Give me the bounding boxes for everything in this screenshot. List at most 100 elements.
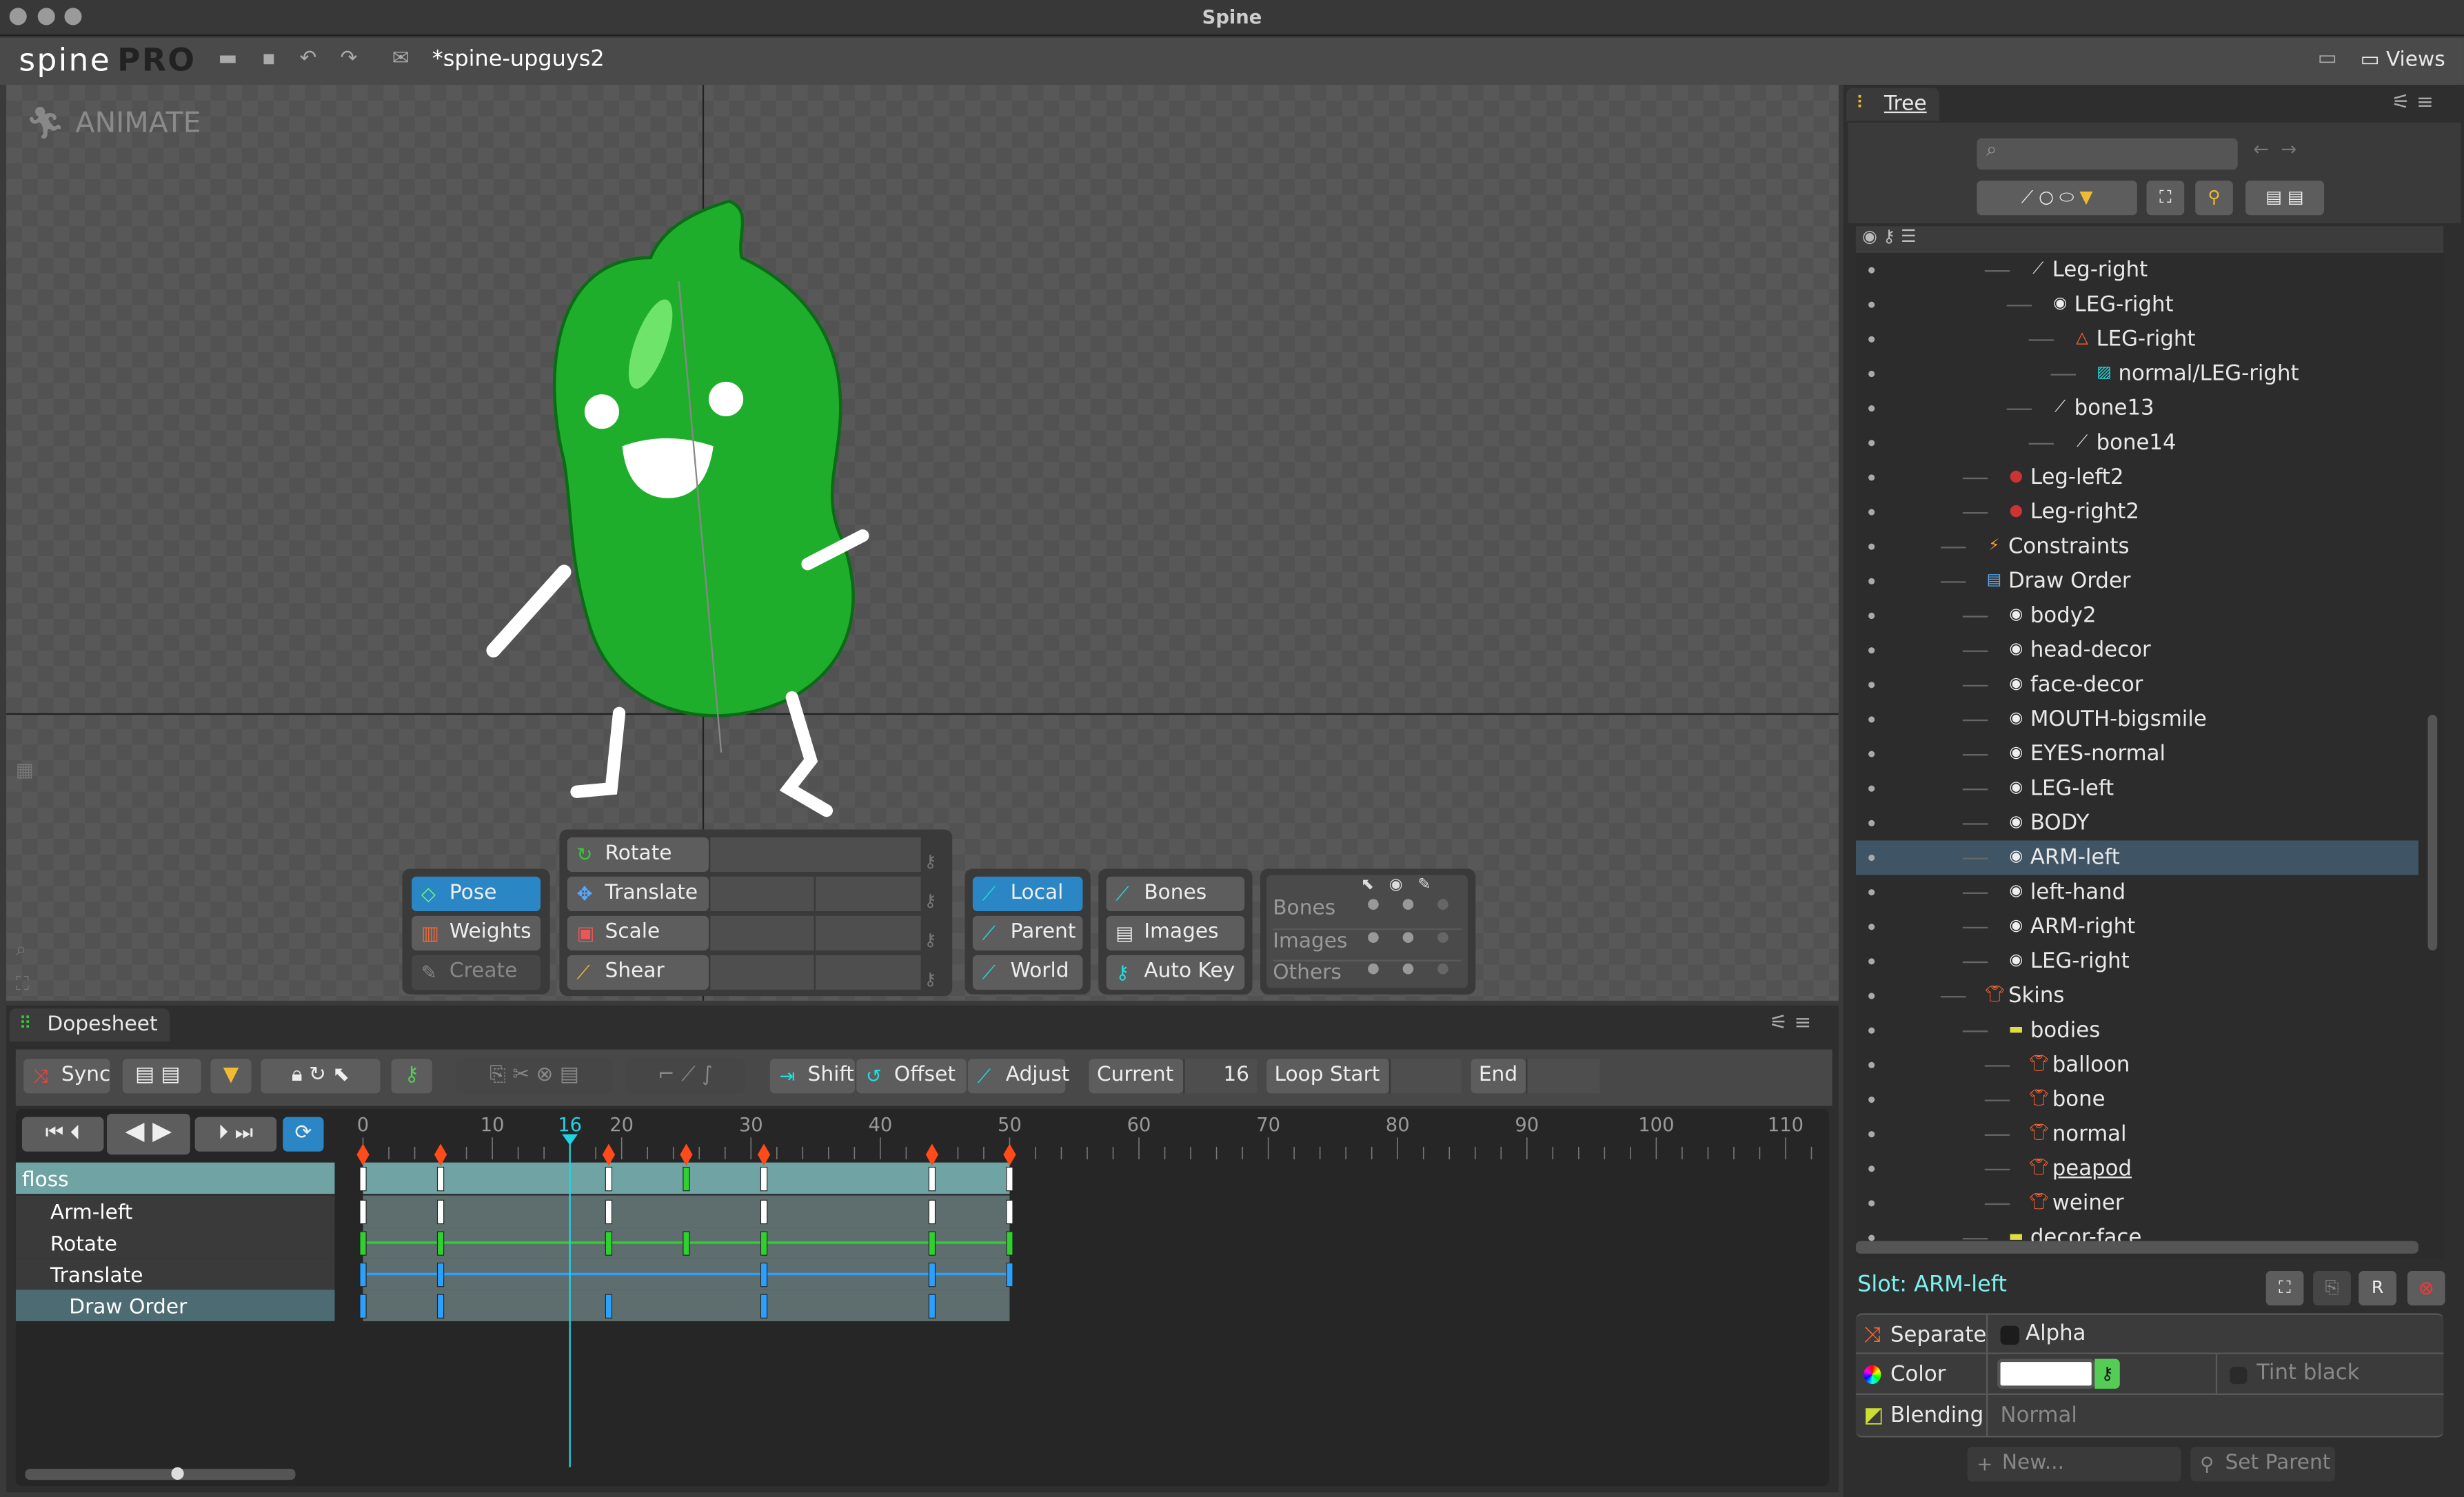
visibility-dot[interactable] <box>1868 716 1875 723</box>
grid-icon[interactable]: ▦ <box>16 759 34 781</box>
tint-black-checkbox[interactable] <box>2230 1366 2248 1385</box>
settings-sliders-icon[interactable]: ⚟ ≡ <box>1769 1012 1811 1035</box>
key-diamond[interactable] <box>356 1143 370 1166</box>
tree-item[interactable]: △ LEG-right <box>1856 322 2418 356</box>
tree-item[interactable]: ◉ ARM-left <box>1855 840 2418 875</box>
visibility-dot[interactable] <box>1868 1165 1875 1172</box>
keyframe[interactable] <box>760 1294 768 1318</box>
visibility-dot[interactable] <box>1868 440 1875 447</box>
visibility-dot[interactable] <box>1868 854 1875 862</box>
tree-item[interactable]: ◉ face-decor <box>1856 668 2418 702</box>
lock-loop-select-buttons[interactable]: 🔒︎ ↻ ⬉ <box>261 1059 381 1094</box>
keyframe[interactable] <box>1006 1262 1013 1287</box>
color-key-button[interactable]: ⚷ <box>2094 1358 2120 1389</box>
keyframe[interactable] <box>928 1294 936 1318</box>
collapse-expand-tree-buttons[interactable]: ▤ ▤ <box>2245 181 2325 216</box>
tree-scrollbar[interactable] <box>2427 715 2438 950</box>
vis-row-bones[interactable]: Bones ● ● ● <box>1273 897 1462 928</box>
keyframe[interactable] <box>760 1166 768 1192</box>
create-button[interactable]: ✎ Create <box>412 955 541 990</box>
tree-item[interactable]: ● Leg-left2 <box>1856 460 2418 495</box>
vis-row-images[interactable]: Images ● ● ● <box>1273 928 1462 960</box>
tree-item[interactable]: ◉ LEG-left <box>1856 771 2418 806</box>
visibility-dot[interactable] <box>1868 370 1875 378</box>
zoom-slider[interactable] <box>25 1467 296 1480</box>
visibility-dot[interactable] <box>1868 992 1875 999</box>
visibility-dot[interactable] <box>1868 578 1875 584</box>
keyframe[interactable] <box>683 1166 690 1192</box>
tree-item[interactable]: ◉ EYES-normal <box>1856 737 2418 771</box>
current-frame-input[interactable]: 16 <box>1183 1059 1258 1094</box>
tree-filter-buttons[interactable]: ⟋ ○ ⬭ ▼ <box>1977 181 2137 216</box>
vis-row-others[interactable]: Others ● ● ● <box>1273 959 1462 992</box>
tree-item[interactable]: 👕︎ balloon <box>1856 1048 2418 1082</box>
translate-x-field[interactable] <box>708 876 814 911</box>
offset-button[interactable]: ↺ Offset <box>856 1059 967 1094</box>
keyframe[interactable] <box>760 1262 768 1287</box>
keyframe[interactable] <box>359 1231 367 1256</box>
visibility-dot[interactable] <box>1868 1096 1875 1103</box>
keyframe[interactable] <box>928 1231 936 1256</box>
sync-button[interactable]: ⤨ Sync <box>23 1059 110 1094</box>
pin-button[interactable]: ⚲ <box>2195 181 2233 216</box>
tab-dopesheet[interactable]: ⠿ Dopesheet <box>9 1008 170 1042</box>
visibility-dot[interactable] <box>1868 751 1875 757</box>
local-button[interactable]: ⟋ Local <box>972 876 1083 911</box>
scale-x-field[interactable] <box>708 915 814 950</box>
keyframe[interactable] <box>928 1166 936 1192</box>
translate-button[interactable]: ✥ Translate <box>567 876 709 911</box>
translate-y-field[interactable] <box>814 876 921 911</box>
tree-settings-icon[interactable]: ⚟ ≡ <box>2392 91 2434 114</box>
views-button[interactable]: ▭ Views <box>2361 49 2445 72</box>
rotate-field[interactable] <box>708 837 921 873</box>
tree-item[interactable]: ◉ MOUTH-bigsmile <box>1856 702 2418 737</box>
tree-item[interactable]: ⚡ Constraints <box>1856 529 2418 564</box>
key-diamond[interactable] <box>434 1143 447 1166</box>
blending-select[interactable]: Normal <box>2001 1403 2077 1427</box>
visibility-dot[interactable] <box>1868 785 1875 792</box>
tree-item[interactable]: ⟋ Leg-right <box>1856 253 2418 287</box>
key-diamond[interactable] <box>925 1143 939 1166</box>
keyframe[interactable] <box>436 1262 445 1287</box>
minimize-window-button[interactable] <box>37 8 55 26</box>
alpha-checkbox[interactable] <box>2000 1325 2019 1345</box>
visibility-dot[interactable] <box>1868 1131 1875 1138</box>
visibility-dot[interactable] <box>1868 405 1875 412</box>
weights-button[interactable]: ▥ Weights <box>412 915 541 950</box>
keyframe[interactable] <box>605 1231 613 1256</box>
keyframe[interactable] <box>436 1294 445 1318</box>
keyframe[interactable] <box>683 1231 690 1256</box>
rename-icon[interactable]: R <box>2359 1270 2396 1306</box>
key-diamond[interactable] <box>757 1143 771 1166</box>
delete-icon[interactable]: ⊗ <box>2407 1270 2445 1306</box>
visibility-dot[interactable] <box>1868 1234 1875 1241</box>
tree-item[interactable]: ◉ body2 <box>1856 598 2418 633</box>
mail-icon[interactable]: ✉ <box>388 47 413 72</box>
tree-item[interactable]: ▬ bodies <box>1856 1013 2418 1048</box>
end-input[interactable] <box>1526 1059 1600 1094</box>
character-peapod[interactable] <box>462 195 886 855</box>
keyframe[interactable] <box>760 1199 768 1225</box>
bones-lock-button[interactable]: ⟋ Bones <box>1106 876 1245 911</box>
undo-icon[interactable]: ↶ <box>296 47 321 72</box>
keyframe[interactable] <box>605 1294 613 1318</box>
track-bar[interactable] <box>363 1195 1010 1228</box>
tree-item[interactable]: 👕︎ normal <box>1856 1117 2418 1152</box>
keyframe[interactable] <box>605 1199 613 1225</box>
visibility-dot[interactable] <box>1868 924 1875 930</box>
tree-item[interactable]: 👕︎ weiner <box>1856 1186 2418 1221</box>
frame-selection-button[interactable]: ⛶ <box>2146 181 2185 216</box>
tree-search-input[interactable]: ⌕ <box>1977 138 2238 170</box>
tree-item[interactable]: 👕︎ bone <box>1856 1082 2418 1117</box>
history-nav-buttons[interactable]: ← → <box>2247 139 2325 170</box>
tree-hscrollbar[interactable] <box>1855 1241 2418 1254</box>
visibility-dot[interactable] <box>1868 819 1875 826</box>
window-icon[interactable]: ▭ <box>2314 47 2339 72</box>
keyframe[interactable] <box>1006 1166 1013 1192</box>
keyframe[interactable] <box>436 1231 445 1256</box>
rotate-button[interactable]: ↻ Rotate <box>567 837 709 873</box>
keyframe[interactable] <box>359 1294 367 1318</box>
key-diamond[interactable] <box>602 1143 616 1166</box>
tree-item[interactable]: ◉ ARM-right <box>1856 910 2418 944</box>
keyframe[interactable] <box>760 1231 768 1256</box>
